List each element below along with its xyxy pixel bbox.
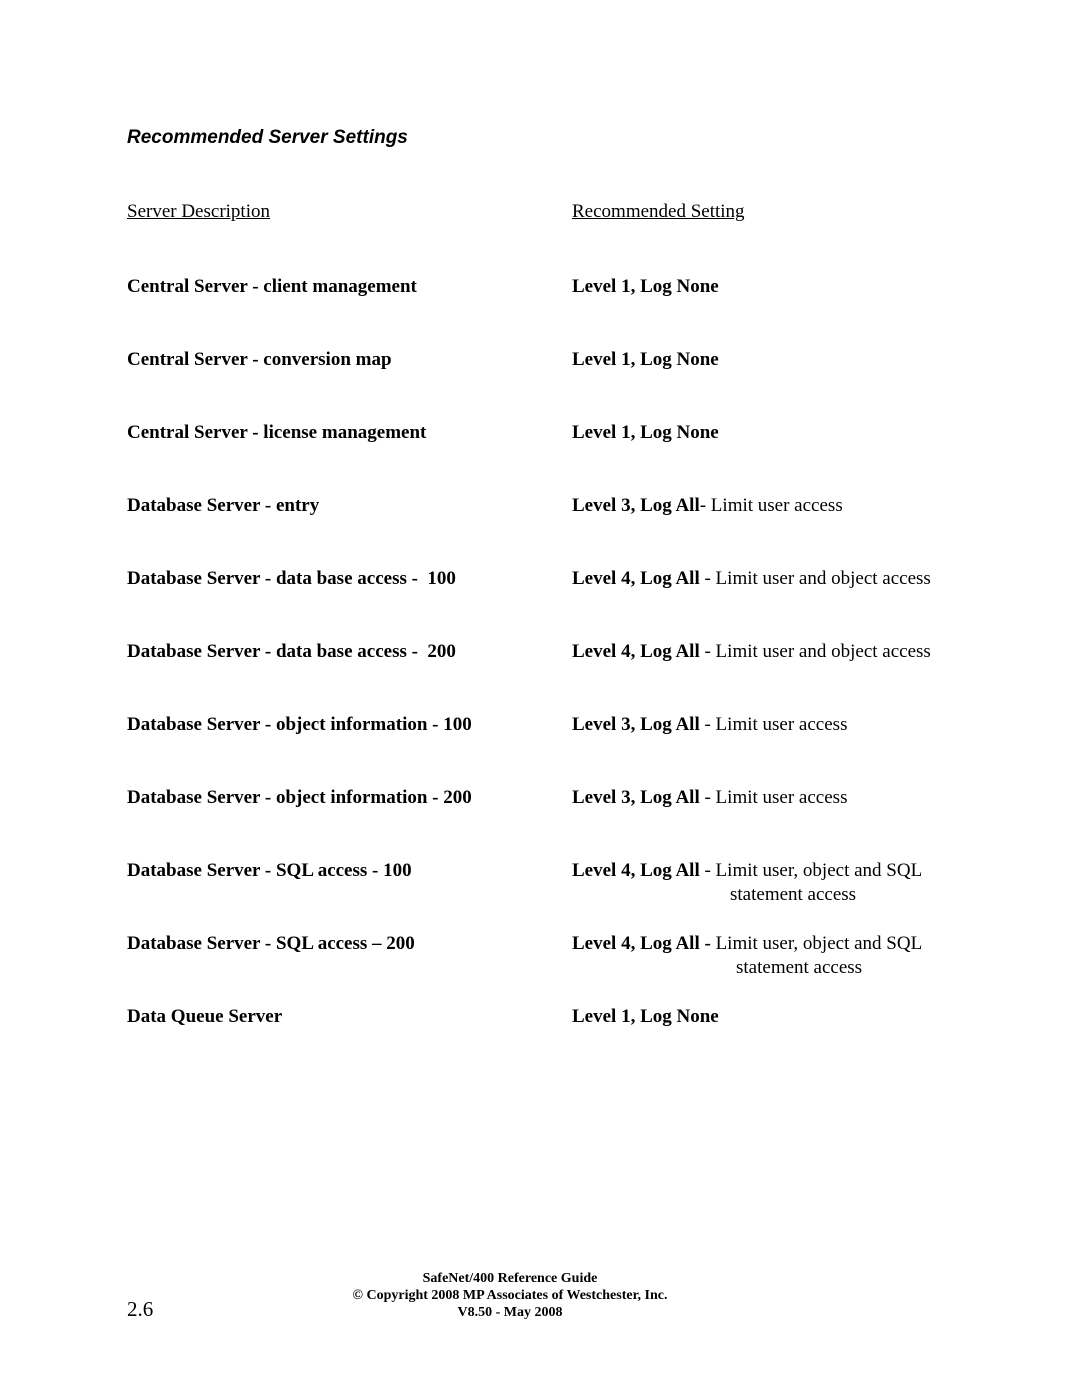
column-header-setting: Recommended Setting [572,201,745,222]
recommended-setting: Level 4, Log All - Limit user and object… [572,640,931,664]
server-description: Database Server - SQL access - 100 [127,860,412,881]
server-description: Central Server - license management [127,422,427,443]
setting-note: - Limit user access [699,714,848,735]
column-header-description: Server Description [127,201,270,222]
setting-level: Level 3, Log All [572,495,700,516]
recommended-setting: Level 3, Log All - Limit user access [572,713,847,737]
setting-level: Level 4, Log All [572,641,700,662]
setting-note: - Limit user and object access [699,568,931,589]
footer-guide-title: SafeNet/400 Reference Guide [422,1271,598,1286]
setting-note: - Limit user, object and SQL [699,860,923,881]
server-description: Central Server - client management [127,276,417,297]
setting-level: Level 1, Log None [572,422,719,443]
setting-level: Level 1, Log None [572,276,719,297]
recommended-setting: Level 3, Log All- Limit user access [572,494,843,518]
recommended-setting: Level 4, Log All - Limit user, object an… [572,932,922,980]
server-description: Database Server - object information - 1… [127,714,472,735]
setting-level: Level 4, Log All [572,568,700,589]
setting-level: Level 4, Log All [572,860,700,881]
setting-note: Limit user, object and SQL [710,933,923,954]
page-number: 2.6 [127,1297,154,1321]
section-title: Recommended Server Settings [127,127,408,148]
server-description: Data Queue Server [127,1006,283,1027]
recommended-setting: Level 1, Log None [572,1005,719,1029]
setting-note: - Limit user access [699,495,843,516]
recommended-setting: Level 1, Log None [572,348,719,372]
server-description: Database Server - data base access - 100 [127,568,456,589]
server-description: Database Server - SQL access – 200 [127,933,415,954]
setting-note: - Limit user and object access [699,641,931,662]
footer: SafeNet/400 Reference Guide © Copyright … [310,1270,710,1321]
server-description: Database Server - object information - 2… [127,787,472,808]
setting-level: Level 4, Log All - [572,933,711,954]
setting-note-continuation: statement access [730,884,857,905]
setting-level: Level 1, Log None [572,349,719,370]
setting-level: Level 3, Log All [572,714,700,735]
recommended-setting: Level 1, Log None [572,421,719,445]
recommended-setting: Level 4, Log All - Limit user, object an… [572,859,922,907]
recommended-setting: Level 1, Log None [572,275,719,299]
server-description: Database Server - entry [127,495,320,516]
recommended-setting: Level 4, Log All - Limit user and object… [572,567,931,591]
server-description: Database Server - data base access - 200 [127,641,456,662]
setting-note: - Limit user access [699,787,848,808]
setting-note-continuation: statement access [736,957,863,978]
server-description: Central Server - conversion map [127,349,392,370]
footer-copyright: © Copyright 2008 MP Associates of Westch… [352,1288,668,1303]
footer-version: V8.50 - May 2008 [457,1305,563,1320]
setting-level: Level 1, Log None [572,1006,719,1027]
setting-level: Level 3, Log All [572,787,700,808]
recommended-setting: Level 3, Log All - Limit user access [572,786,847,810]
